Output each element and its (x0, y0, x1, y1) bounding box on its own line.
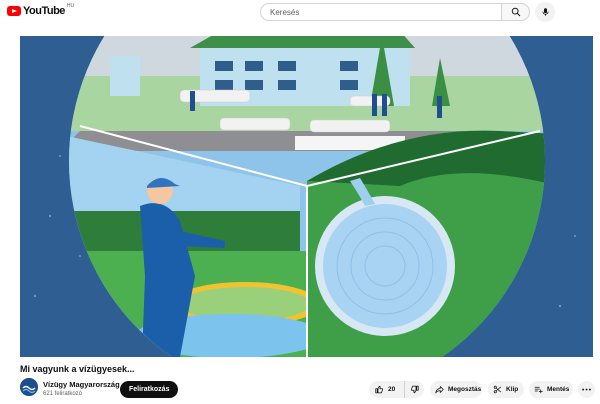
dislike-button[interactable] (405, 381, 424, 398)
voice-search-button[interactable] (535, 2, 555, 22)
logo-text: YouTube (23, 5, 65, 17)
thumbs-down-icon (411, 385, 419, 394)
logo-region: HU (66, 3, 75, 9)
share-button[interactable]: Megosztás (430, 381, 482, 398)
channel-avatar[interactable] (20, 378, 38, 396)
like-button[interactable]: 20 (369, 381, 405, 398)
scissors-icon (493, 385, 502, 394)
more-actions-button[interactable] (578, 381, 595, 398)
search-box: Keresés (260, 3, 530, 21)
search-input[interactable]: Keresés (260, 3, 501, 21)
more-icon (582, 388, 591, 391)
clip-label: Klip (506, 386, 519, 393)
mic-icon (542, 8, 548, 16)
video-frame-illustration (20, 36, 593, 357)
search-icon (511, 7, 520, 17)
share-icon (435, 386, 444, 394)
channel-name[interactable]: Vízügy Magyarország (43, 380, 120, 389)
save-button[interactable]: Mentés (529, 381, 573, 398)
subscribe-button[interactable]: Feliratkozás (120, 381, 179, 398)
thumbs-up-icon (375, 385, 383, 394)
video-player[interactable] (20, 36, 593, 357)
channel-logo-icon (20, 378, 38, 396)
clip-button[interactable]: Klip (488, 381, 524, 398)
youtube-logo[interactable]: YouTube HU (7, 3, 75, 17)
subscriber-count: 621 feliratkozó (43, 391, 83, 397)
save-playlist-icon (534, 386, 543, 394)
video-title: Mi vagyunk a vízügyesek... (20, 364, 135, 374)
masthead: YouTube HU Keresés (0, 0, 600, 30)
search-button[interactable] (501, 3, 530, 21)
youtube-play-icon (7, 6, 21, 16)
like-dislike-group: 20 (369, 381, 424, 398)
like-count: 20 (388, 386, 396, 393)
share-label: Megosztás (448, 386, 482, 393)
save-label: Mentés (547, 386, 570, 393)
